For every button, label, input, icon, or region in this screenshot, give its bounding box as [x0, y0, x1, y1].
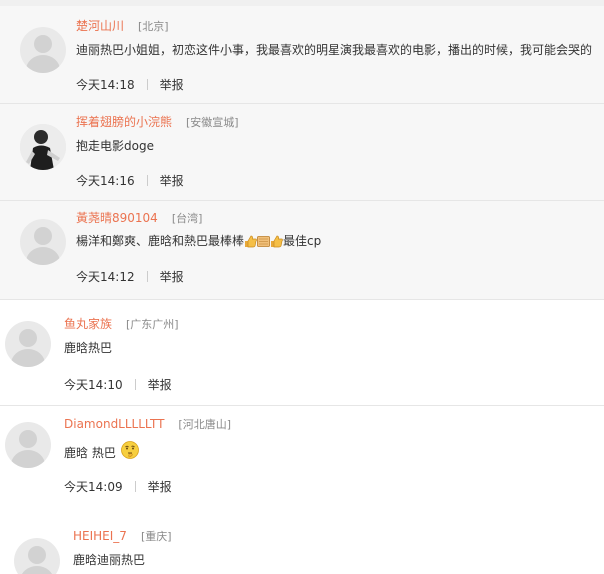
location-label: [重庆] [140, 530, 172, 543]
timestamp: 今天14:10 [64, 378, 123, 392]
timestamp: 今天14:12 [76, 270, 135, 284]
username-link[interactable]: HEIHEI_7 [73, 529, 127, 543]
comment-text-part: 最佳cp [283, 234, 322, 248]
timestamp: 今天14:09 [64, 480, 123, 494]
thumbs-up-icon [244, 235, 257, 253]
location-label: [北京] [138, 20, 169, 33]
timestamp: 今天14:18 [76, 78, 135, 92]
avatar[interactable] [20, 27, 66, 73]
divider [146, 175, 148, 186]
username-link[interactable]: DiamondLLLLLTT [64, 417, 164, 431]
report-link[interactable]: 举报 [160, 78, 184, 92]
comment-text-part: 楊洋和鄭爽、鹿晗和熱巴最棒棒 [76, 234, 245, 248]
location-label: [河北唐山] [178, 418, 231, 431]
comment-text: 楊洋和鄭爽、鹿晗和熱巴最棒棒 最佳cp [76, 232, 321, 253]
avatar[interactable] [5, 422, 51, 468]
comment-text: 迪丽热巴小姐姐，初恋这件小事，我最喜欢的明星演我最喜欢的电影，播出的时候，我可能… [76, 43, 593, 57]
location-label: [台湾] [171, 212, 203, 225]
divider [146, 79, 148, 90]
comment-item: 鱼丸家族 [广东广州] 鹿晗热巴 今天14:10 举报 [0, 300, 604, 404]
comment-item: 挥着翅膀的小浣熊 [安徽宣城] 抱走电影doge 今天14:16 举报 [0, 104, 604, 200]
sticker-icon [257, 235, 270, 253]
avatar[interactable] [14, 538, 60, 574]
thumbs-up-icon [270, 235, 283, 253]
comment-item: HEIHEI_7 [重庆] 鹿晗迪丽热巴 [0, 520, 604, 574]
comment-text: 抱走电影doge [76, 139, 154, 153]
location-label: [安徽宣城] [186, 116, 239, 129]
comment-text: 鹿晗 热巴 [64, 440, 140, 465]
divider [134, 379, 136, 390]
avatar[interactable] [20, 124, 66, 170]
comment-text: 鹿晗热巴 [64, 341, 113, 355]
comment-item: DiamondLLLLLTT [河北唐山] 鹿晗 热巴 今天14:09 举报 [0, 406, 604, 510]
avatar[interactable] [20, 219, 66, 265]
username-link[interactable]: 黃荛晴890104 [76, 211, 158, 225]
report-link[interactable]: 举报 [148, 480, 172, 494]
thinking-face-icon [120, 440, 140, 465]
divider [134, 481, 136, 492]
divider [146, 271, 148, 282]
location-label: [广东广州] [126, 318, 179, 331]
username-link[interactable]: 鱼丸家族 [64, 317, 112, 331]
comment-text: 鹿晗迪丽热巴 [73, 553, 146, 567]
username-link[interactable]: 楚河山川 [76, 19, 124, 33]
comment-item: 黃荛晴890104 [台湾] 楊洋和鄭爽、鹿晗和熱巴最棒棒 最佳cp 今天14:12… [0, 201, 604, 299]
comment-text-part: 鹿晗 热巴 [64, 446, 116, 460]
comment-item: 楚河山川 [北京] 迪丽热巴小姐姐，初恋这件小事，我最喜欢的明星演我最喜欢的电影，… [0, 6, 604, 103]
avatar[interactable] [5, 321, 51, 367]
report-link[interactable]: 举报 [148, 378, 172, 392]
timestamp: 今天14:16 [76, 174, 135, 188]
report-link[interactable]: 举报 [160, 174, 184, 188]
username-link[interactable]: 挥着翅膀的小浣熊 [76, 115, 172, 129]
report-link[interactable]: 举报 [160, 270, 184, 284]
